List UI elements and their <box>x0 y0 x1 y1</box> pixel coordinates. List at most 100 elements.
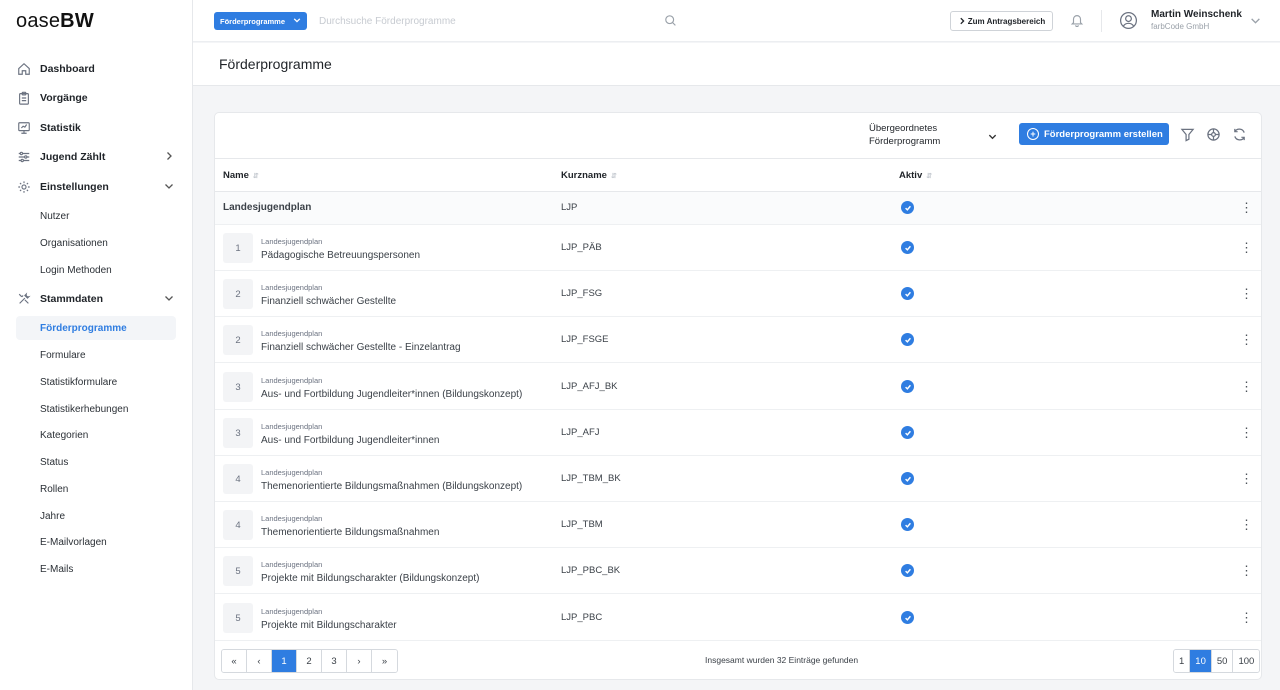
clipboard-icon <box>16 91 31 106</box>
row-number: 1 <box>223 233 253 263</box>
row-menu-icon[interactable]: ⋮ <box>1240 611 1253 624</box>
page-size-option[interactable]: 10 <box>1190 650 1212 672</box>
active-check-icon <box>901 287 914 300</box>
parent-select-label-2: Förderprogramm <box>869 136 941 147</box>
first-page-button[interactable]: « <box>222 650 247 672</box>
row-menu-icon[interactable]: ⋮ <box>1240 564 1253 577</box>
sidebar-item-vorgaenge[interactable]: Vorgänge <box>16 87 176 109</box>
column-label: Aktiv <box>899 170 923 181</box>
sidebar-subitem-emailvorlagen[interactable]: E-Mailvorlagen <box>16 530 176 554</box>
row-menu-icon[interactable]: ⋮ <box>1240 333 1253 346</box>
active-check-icon <box>901 518 914 531</box>
app-logo[interactable]: oaseBW <box>16 10 94 33</box>
divider <box>1101 10 1102 32</box>
sidebar-subitem-jahre[interactable]: Jahre <box>16 504 176 528</box>
table-row[interactable]: 5 Landesjugendplan Projekte mit Bildungsch… <box>215 548 1261 594</box>
page-size-option[interactable]: 100 <box>1233 650 1260 672</box>
table-toolbar: Übergeordnetes Förderprogramm + Förderpr… <box>215 113 1261 159</box>
tools-icon <box>16 292 31 307</box>
row-short-name: LJP_PBC <box>561 612 603 623</box>
chevron-down-icon <box>164 293 174 306</box>
sidebar-subitem-emails[interactable]: E-Mails <box>16 557 176 581</box>
refresh-icon[interactable] <box>1232 127 1247 145</box>
chevron-down-icon <box>293 16 301 26</box>
filter-icon[interactable] <box>1180 127 1195 145</box>
table-row[interactable]: 4 Landesjugendplan Themenorientierte Bildu… <box>215 502 1261 548</box>
row-short-name: LJP_FSGE <box>561 334 609 345</box>
sort-icon: ⇵ <box>252 173 259 180</box>
sort-icon: ⇵ <box>610 173 617 180</box>
row-parent-program: Landesjugendplan <box>261 514 323 523</box>
sidebar-item-dashboard[interactable]: Dashboard <box>16 58 176 80</box>
row-menu-icon[interactable]: ⋮ <box>1240 287 1253 300</box>
sidebar-subitem-organisationen[interactable]: Organisationen <box>16 231 176 255</box>
row-short-name: LJP_TBM_BK <box>561 473 621 484</box>
prev-page-button[interactable]: ‹ <box>247 650 272 672</box>
table-row[interactable]: 5 Landesjugendplan Projekte mit Bildungsch… <box>215 595 1261 641</box>
next-page-button[interactable]: › <box>347 650 372 672</box>
search-icon[interactable] <box>664 14 677 30</box>
row-number: 4 <box>223 510 253 540</box>
sidebar-item-jugend-zaehlt[interactable]: Jugend Zählt <box>16 146 176 168</box>
table-group-row[interactable]: Landesjugendplan LJP ⋮ <box>215 192 1261 225</box>
bell-icon[interactable] <box>1070 13 1084 30</box>
user-name[interactable]: Martin Weinschenk <box>1151 9 1242 20</box>
sidebar-item-stammdaten[interactable]: Stammdaten <box>16 288 176 310</box>
row-program-name: Projekte mit Bildungscharakter <box>261 620 397 631</box>
programs-table-card: Übergeordnetes Förderprogramm + Förderpr… <box>214 112 1262 680</box>
row-program-name: Aus- und Fortbildung Jugendleiter*innen … <box>261 389 523 400</box>
page-button[interactable]: 3 <box>322 650 347 672</box>
program-select[interactable]: Förderprogramme <box>214 12 307 30</box>
column-header-kurzname[interactable]: Kurzname ⇵ <box>561 170 617 181</box>
chevron-right-icon <box>164 151 174 164</box>
antragsbereich-button[interactable]: Zum Antragsbereich <box>950 11 1053 31</box>
chevron-down-icon[interactable] <box>988 130 997 144</box>
row-menu-icon[interactable]: ⋮ <box>1240 518 1253 531</box>
column-label: Kurzname <box>561 170 607 181</box>
columns-settings-icon[interactable] <box>1206 127 1221 145</box>
active-check-icon <box>901 611 914 624</box>
row-menu-icon[interactable]: ⋮ <box>1240 472 1253 485</box>
row-short-name: LJP_AFJ_BK <box>561 381 618 392</box>
table-row[interactable]: 4 Landesjugendplan Themenorientierte Bildu… <box>215 456 1261 502</box>
parent-program-select[interactable]: Übergeordnetes Förderprogramm <box>869 122 999 148</box>
table-row[interactable]: 3 Landesjugendplan Aus- und Fortbildung Ju… <box>215 410 1261 456</box>
search-input[interactable] <box>319 12 679 30</box>
column-header-name[interactable]: Name ⇵ <box>223 170 259 181</box>
sidebar-subitem-formulare[interactable]: Formulare <box>16 343 176 367</box>
page-size-option[interactable]: 50 <box>1211 650 1234 672</box>
row-menu-icon[interactable]: ⋮ <box>1240 201 1253 214</box>
row-parent-program: Landesjugendplan <box>261 329 323 338</box>
chevron-down-icon[interactable] <box>1250 15 1261 29</box>
page-size-selector: 1 10 50 100 <box>1173 649 1261 673</box>
page-button[interactable]: 2 <box>297 650 322 672</box>
user-avatar-icon[interactable] <box>1119 11 1138 33</box>
page-size-option[interactable]: 1 <box>1174 650 1191 672</box>
row-parent-program: Landesjugendplan <box>261 560 323 569</box>
page-header: Förderprogramme <box>193 43 1280 86</box>
sidebar-subitem-rollen[interactable]: Rollen <box>16 477 176 501</box>
sidebar-subitem-foerderprogramme[interactable]: Förderprogramme <box>16 316 176 340</box>
table-row[interactable]: 2 Landesjugendplan Finanziell schwächer Ge… <box>215 271 1261 317</box>
sidebar-item-einstellungen[interactable]: Einstellungen <box>16 176 176 198</box>
row-menu-icon[interactable]: ⋮ <box>1240 380 1253 393</box>
sidebar-subitem-statistikformulare[interactable]: Statistikformulare <box>16 370 176 394</box>
sidebar-subitem-kategorien[interactable]: Kategorien <box>16 423 176 447</box>
page-button[interactable]: 1 <box>272 650 297 672</box>
row-menu-icon[interactable]: ⋮ <box>1240 426 1253 439</box>
row-menu-icon[interactable]: ⋮ <box>1240 241 1253 254</box>
table-row[interactable]: 1 Landesjugendplan Pädagogische Betreuungs… <box>215 225 1261 271</box>
sidebar-subitem-statistikerhebungen[interactable]: Statistikerhebungen <box>16 397 176 421</box>
table-row[interactable]: 3 Landesjugendplan Aus- und Fortbildung Ju… <box>215 364 1261 410</box>
create-program-button[interactable]: + Förderprogramm erstellen <box>1019 123 1169 145</box>
last-page-button[interactable]: » <box>372 650 397 672</box>
row-short-name: LJP_PÄB <box>561 242 602 253</box>
sidebar-item-statistik[interactable]: Statistik <box>16 117 176 139</box>
table-row[interactable]: 2 Landesjugendplan Finanziell schwächer Ge… <box>215 317 1261 363</box>
sidebar-item-label: Jugend Zählt <box>40 151 106 163</box>
row-program-name: Finanziell schwächer Gestellte <box>261 296 397 307</box>
column-header-aktiv[interactable]: Aktiv ⇵ <box>899 170 932 181</box>
sidebar-subitem-status[interactable]: Status <box>16 450 176 474</box>
sidebar-subitem-nutzer[interactable]: Nutzer <box>16 204 176 228</box>
sidebar-subitem-login-methoden[interactable]: Login Methoden <box>16 258 176 282</box>
